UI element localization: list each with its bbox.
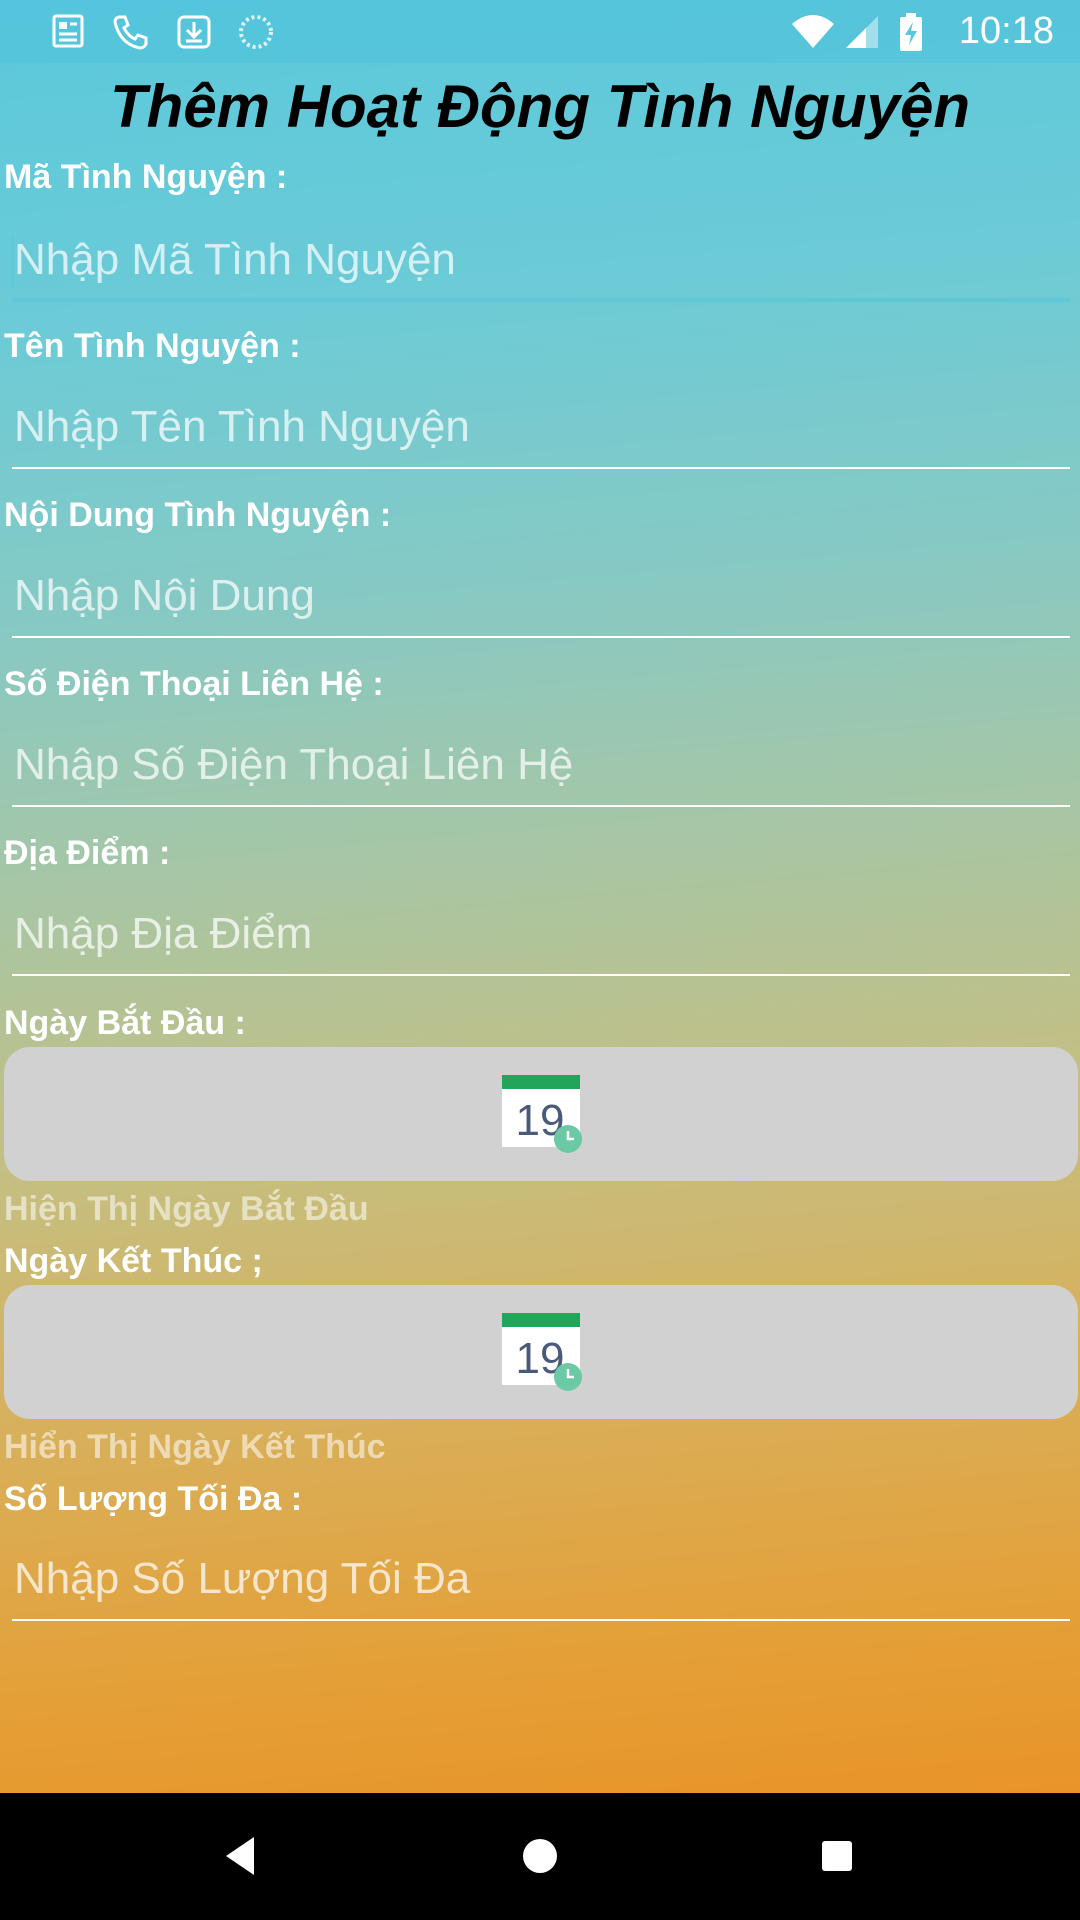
- so-luong-label: Số Lượng Tối Đa :: [4, 1480, 303, 1518]
- wifi-icon: [792, 15, 834, 48]
- calendar-icon: 19: [502, 1075, 582, 1153]
- loading-icon: [239, 15, 273, 49]
- page-title: Thêm Hoạt Động Tình Nguyện: [110, 73, 970, 140]
- noi-dung-field[interactable]: [12, 558, 1070, 638]
- status-bar: 10:18: [0, 0, 1080, 63]
- battery-charging-icon: [900, 13, 922, 51]
- so-dien-thoai-input[interactable]: [14, 727, 1054, 803]
- ten-tinh-nguyen-input[interactable]: [14, 389, 1054, 465]
- navigation-bar: [0, 1793, 1080, 1920]
- so-luong-field[interactable]: [12, 1541, 1070, 1621]
- ten-tinh-nguyen-label: Tên Tình Nguyện :: [4, 327, 301, 365]
- back-icon[interactable]: [206, 1821, 276, 1891]
- screen: 10:18 Thêm Hoạt Động Tình Nguyện Mã Tình…: [0, 0, 1080, 1793]
- noi-dung-input[interactable]: [14, 558, 1054, 634]
- dia-diem-field[interactable]: [12, 896, 1070, 976]
- ma-tinh-nguyen-label: Mã Tình Nguyện :: [4, 158, 288, 196]
- dia-diem-label: Địa Điểm :: [4, 834, 171, 872]
- dia-diem-input[interactable]: [14, 896, 1054, 972]
- phone-icon: [113, 15, 148, 50]
- ngay-bat-dau-display: Hiện Thị Ngày Bắt Đầu: [4, 1190, 369, 1228]
- ma-tinh-nguyen-input[interactable]: [14, 222, 1054, 298]
- so-dien-thoai-field[interactable]: [12, 727, 1070, 807]
- ngay-bat-dau-button[interactable]: 19: [4, 1047, 1078, 1181]
- download-icon: [177, 15, 211, 49]
- ngay-bat-dau-label: Ngày Bắt Đầu :: [4, 1004, 246, 1042]
- news-icon: [52, 14, 84, 48]
- ngay-ket-thuc-label: Ngày Kết Thúc ;: [4, 1242, 263, 1280]
- recents-icon[interactable]: [802, 1821, 872, 1891]
- noi-dung-label: Nội Dung Tình Nguyện :: [4, 496, 392, 534]
- so-dien-thoai-label: Số Điện Thoại Liên Hệ :: [4, 665, 384, 703]
- signal-icon: [846, 16, 878, 48]
- ngay-ket-thuc-display: Hiển Thị Ngày Kết Thúc: [4, 1428, 386, 1466]
- ma-tinh-nguyen-field[interactable]: [12, 222, 1070, 302]
- calendar-icon: 19: [502, 1313, 582, 1391]
- clock-time: 10:18: [958, 10, 1054, 52]
- so-luong-input[interactable]: [14, 1541, 1054, 1617]
- ten-tinh-nguyen-field[interactable]: [12, 389, 1070, 469]
- home-icon[interactable]: [505, 1821, 575, 1891]
- ngay-ket-thuc-button[interactable]: 19: [4, 1285, 1078, 1419]
